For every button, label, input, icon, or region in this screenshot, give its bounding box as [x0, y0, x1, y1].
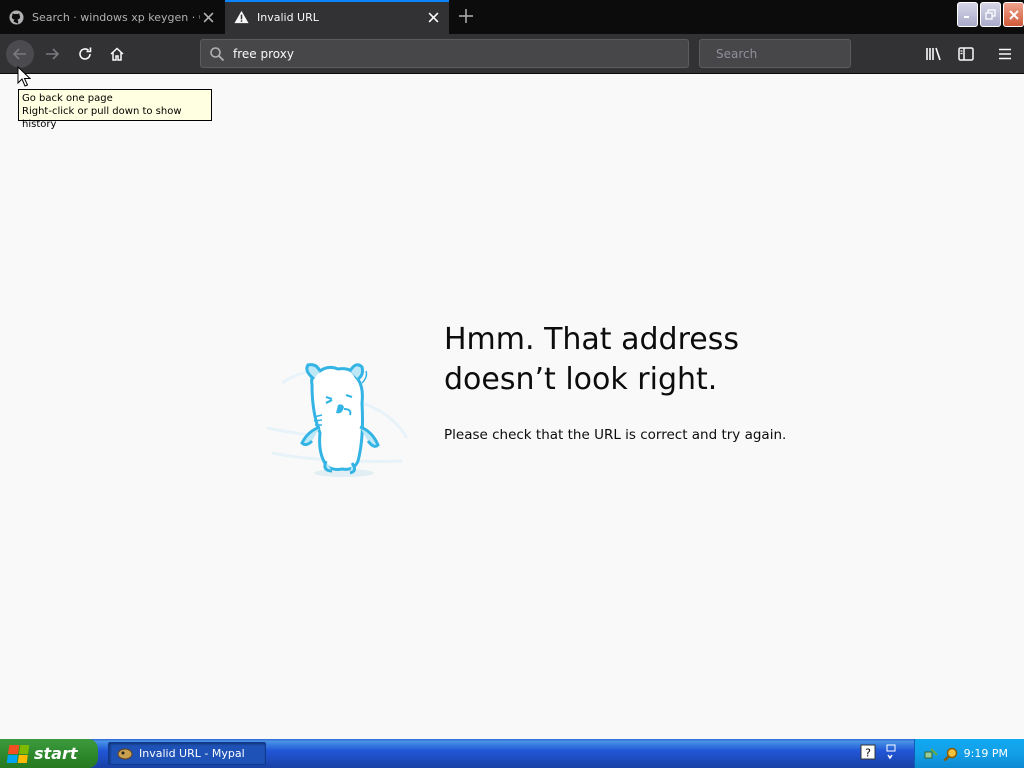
search-icon: [210, 46, 225, 61]
sidebar-button[interactable]: [952, 40, 980, 68]
start-button[interactable]: start: [0, 739, 98, 768]
window-controls: [955, 2, 1024, 27]
taskbar-item-browser[interactable]: Invalid URL - Mypal: [108, 742, 266, 765]
error-title-line-2: doesn’t look right.: [444, 362, 718, 397]
forward-button[interactable]: [38, 40, 66, 68]
menu-button[interactable]: [991, 40, 1019, 68]
reload-icon: [79, 47, 92, 60]
taskbar-tools: ?: [860, 744, 898, 762]
error-description: Please check that the URL is correct and…: [444, 427, 787, 443]
svg-text:?: ?: [865, 747, 871, 760]
close-tab-icon[interactable]: [425, 9, 441, 25]
help-icon[interactable]: ?: [860, 744, 876, 760]
back-button[interactable]: [6, 40, 34, 68]
search-input[interactable]: [716, 46, 866, 61]
hamburger-menu-icon: [999, 48, 1011, 60]
desktop: Search · windows xp keygen · GitHub Inva…: [0, 0, 1024, 768]
tab-strip: Search · windows xp keygen · GitHub Inva…: [0, 0, 1024, 34]
restore-button[interactable]: [980, 2, 1001, 27]
tab-github-search[interactable]: Search · windows xp keygen · GitHub: [0, 0, 224, 34]
restore-icon: [985, 9, 996, 20]
tooltip-line-1: Go back one page: [22, 93, 113, 104]
forward-arrow-icon: [46, 48, 60, 60]
home-button[interactable]: [103, 40, 131, 68]
tab-label: Search · windows xp keygen · GitHub: [32, 10, 200, 24]
minimize-icon: [964, 16, 969, 18]
network-icon[interactable]: [923, 746, 939, 762]
new-tab-button[interactable]: [456, 6, 476, 26]
minimize-button[interactable]: [957, 2, 978, 27]
url-input[interactable]: [233, 46, 688, 61]
error-page: Hmm. That address doesn’t look right. Pl…: [0, 75, 1024, 739]
close-icon: [1008, 9, 1019, 20]
windows-logo-icon: [6, 744, 30, 763]
home-icon: [110, 47, 124, 61]
tab-invalid-url[interactable]: Invalid URL: [225, 0, 449, 34]
navigation-toolbar: [0, 34, 1024, 74]
error-title: Hmm. That address doesn’t look right.: [444, 320, 904, 400]
clock[interactable]: 9:19 PM: [964, 747, 1008, 760]
library-icon: [926, 47, 941, 61]
github-icon: [8, 9, 24, 25]
taskbar-item-label: Invalid URL - Mypal: [139, 747, 245, 760]
back-button-tooltip: Go back one page Right-click or pull dow…: [18, 89, 212, 130]
tab-label: Invalid URL: [257, 10, 319, 24]
error-title-line-1: Hmm. That address: [444, 322, 739, 357]
sidebar-icon: [958, 47, 974, 61]
back-arrow-icon: [12, 48, 26, 60]
mypal-app-icon: [117, 748, 133, 759]
magnifier-tray-icon[interactable]: [943, 746, 959, 762]
address-bar[interactable]: [200, 39, 689, 68]
close-window-button[interactable]: [1003, 2, 1024, 27]
warning-icon: [233, 9, 249, 25]
search-bar[interactable]: [699, 39, 866, 68]
confused-pocket-creature-icon: [262, 343, 412, 483]
mouse-pointer-icon: [17, 66, 31, 87]
restore-small-icon[interactable]: [882, 744, 898, 762]
reload-button[interactable]: [71, 40, 99, 68]
library-button[interactable]: [920, 40, 948, 68]
taskbar: start Invalid URL - Mypal ? 9:19 PM: [0, 739, 1024, 768]
start-label: start: [34, 744, 78, 763]
close-tab-icon[interactable]: [200, 9, 216, 25]
plus-icon: [459, 9, 473, 23]
system-tray: 9:19 PM: [914, 739, 1024, 768]
tooltip-line-2: Right-click or pull down to show history: [22, 106, 182, 130]
